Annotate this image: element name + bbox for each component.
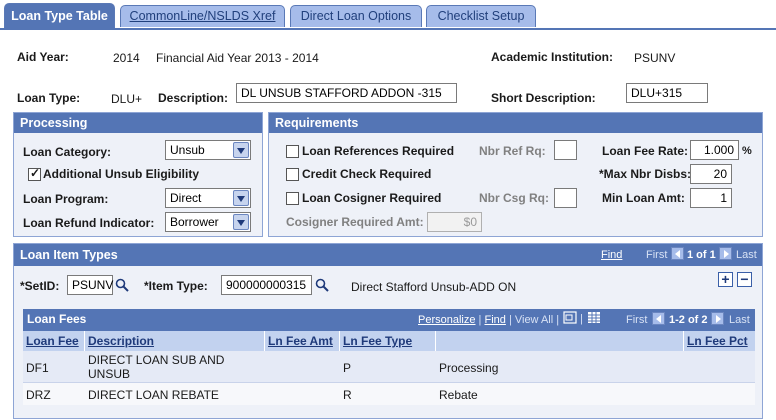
col-ln-fee-pct[interactable]: Ln Fee Pct: [684, 331, 755, 351]
tab-bar: Loan Type Table CommonLine/NSLDS Xref Di…: [0, 0, 776, 30]
download-spreadsheet-icon[interactable]: [587, 311, 601, 324]
col-ln-fee-amt[interactable]: Ln Fee Amt: [265, 331, 340, 351]
credit-check-checkbox[interactable]: [286, 168, 299, 181]
nbr-csg-field[interactable]: [554, 188, 577, 208]
loan-refund-indicator-select[interactable]: Borrower: [165, 212, 251, 232]
loan-type-value: DLU+: [111, 92, 143, 106]
institution-label: Academic Institution:: [491, 50, 614, 64]
loan-cosigner-label: Loan Cosigner Required: [302, 191, 442, 205]
setid-field[interactable]: PSUNV: [67, 275, 113, 295]
loan-fees-title: Loan Fees: [27, 312, 87, 326]
view-all-link[interactable]: View All: [515, 314, 553, 326]
chevron-down-icon[interactable]: [233, 142, 249, 158]
lookup-icon[interactable]: [315, 278, 329, 292]
zoom-grid-icon[interactable]: [563, 311, 577, 324]
row-loan-fee: DRZ: [26, 388, 51, 402]
aid-year-description: Financial Aid Year 2013 - 2014: [156, 51, 319, 65]
grid-toolbar: Personalize | Find | View All |: [418, 314, 560, 326]
tab-direct-loan-options[interactable]: Direct Loan Options: [290, 5, 422, 27]
add-row-button[interactable]: +: [718, 272, 733, 287]
aid-year-label: Aid Year:: [17, 50, 69, 64]
institution-value: PSUNV: [634, 51, 676, 65]
next-arrow-icon[interactable]: [711, 312, 724, 325]
description-label: Description:: [158, 91, 229, 105]
nbr-csg-label: Nbr Csg Rq:: [479, 191, 549, 205]
loan-type-label: Loan Type:: [17, 91, 81, 105]
loan-refund-indicator-value: Borrower: [170, 215, 219, 229]
requirements-header: Requirements: [269, 113, 762, 133]
lookup-icon[interactable]: [115, 278, 129, 292]
short-description-label: Short Description:: [491, 91, 596, 105]
processing-header: Processing: [14, 113, 262, 133]
row-ln-fee-type: P: [343, 361, 352, 375]
delete-row-button[interactable]: −: [737, 272, 752, 287]
description-field[interactable]: DL UNSUB STAFFORD ADDON -315: [236, 83, 457, 103]
loan-fees-last[interactable]: Last: [729, 314, 750, 326]
prev-arrow-icon[interactable]: [652, 312, 665, 325]
loan-program-select[interactable]: Direct: [165, 188, 251, 208]
col-ln-fee-type[interactable]: Ln Fee Type: [340, 331, 436, 351]
chevron-down-icon[interactable]: [233, 214, 249, 230]
short-description-field[interactable]: DLU+315: [626, 83, 708, 103]
loan-category-label: Loan Category:: [23, 145, 112, 159]
tab-commonline-nslds-xref[interactable]: CommonLine/NSLDS Xref: [120, 5, 285, 27]
col-loan-fee[interactable]: Loan Fee: [23, 331, 85, 351]
loan-item-types-count: 1 of 1: [687, 249, 716, 261]
max-nbr-disbs-field[interactable]: 20: [690, 164, 732, 184]
next-arrow-icon[interactable]: [719, 247, 732, 260]
toolbar-separator: |: [580, 313, 583, 325]
loan-category-value: Unsub: [170, 143, 205, 157]
max-nbr-disbs-label: *Max Nbr Disbs:: [599, 167, 692, 181]
min-loan-amt-field[interactable]: 1: [690, 188, 732, 208]
personalize-link[interactable]: Personalize: [418, 314, 475, 326]
loan-references-label: Loan References Required: [302, 144, 455, 158]
tab-underline: [0, 28, 776, 30]
setid-label: *SetID:: [20, 279, 60, 293]
cosigner-required-amt-field: $0: [427, 212, 482, 232]
row-description: DIRECT LOAN SUB AND UNSUB: [88, 353, 225, 381]
loan-item-types-first[interactable]: First: [646, 249, 667, 261]
item-type-description: Direct Stafford Unsub-ADD ON: [351, 280, 517, 294]
col-description[interactable]: Description: [85, 331, 265, 351]
prev-arrow-icon[interactable]: [671, 247, 684, 260]
chevron-down-icon[interactable]: [233, 190, 249, 206]
tab-checklist-setup[interactable]: Checklist Setup: [426, 5, 536, 27]
loan-references-checkbox[interactable]: [286, 145, 299, 158]
find-link[interactable]: Find: [484, 314, 505, 326]
row-ln-fee-type-desc: Processing: [439, 361, 499, 375]
nbr-ref-field[interactable]: [554, 140, 577, 160]
loan-category-select[interactable]: Unsub: [165, 140, 251, 160]
loan-program-value: Direct: [170, 191, 202, 205]
row-ln-fee-type-desc: Rebate: [439, 388, 478, 402]
loan-item-types-last[interactable]: Last: [736, 249, 757, 261]
additional-unsub-label: Additional Unsub Eligibility: [43, 167, 199, 181]
loan-fees-count: 1-2 of 2: [669, 314, 708, 326]
tab-loan-type-table[interactable]: Loan Type Table: [4, 3, 115, 29]
loan-fee-rate-label: Loan Fee Rate:: [602, 144, 689, 158]
item-type-label: *Item Type:: [144, 279, 208, 293]
loan-refund-indicator-label: Loan Refund Indicator:: [23, 216, 155, 230]
row-description: DIRECT LOAN REBATE: [88, 388, 219, 402]
min-loan-amt-label: Min Loan Amt:: [602, 191, 685, 205]
loan-fees-first[interactable]: First: [626, 314, 647, 326]
percent-unit: %: [742, 145, 752, 157]
item-type-field[interactable]: 900000000315: [221, 275, 312, 295]
nbr-ref-label: Nbr Ref Rq:: [479, 144, 546, 158]
credit-check-label: Credit Check Required: [302, 167, 432, 181]
loan-cosigner-checkbox[interactable]: [286, 192, 299, 205]
loan-fee-rate-field[interactable]: 1.000: [690, 140, 739, 160]
loan-item-types-find-link[interactable]: Find: [601, 249, 622, 261]
loan-program-label: Loan Program:: [23, 192, 109, 206]
col-fee-type-desc: [436, 331, 684, 351]
cosigner-required-amt-label: Cosigner Required Amt:: [286, 215, 424, 229]
additional-unsub-checkbox[interactable]: [28, 166, 41, 181]
row-ln-fee-type: R: [343, 388, 352, 402]
aid-year-value: 2014: [113, 51, 140, 65]
row-loan-fee: DF1: [26, 361, 49, 375]
